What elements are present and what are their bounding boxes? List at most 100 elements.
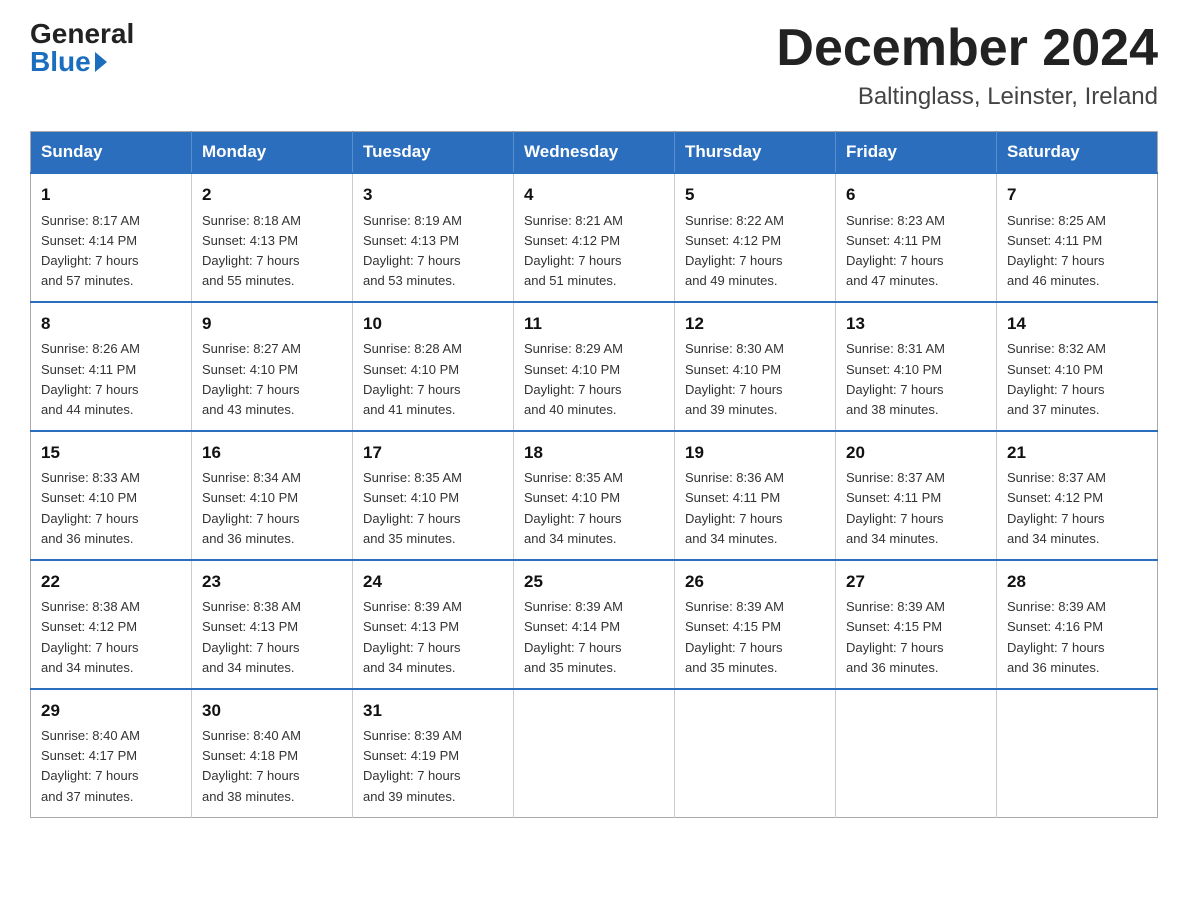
weekday-header-thursday: Thursday (675, 132, 836, 174)
day-sunrise: Sunrise: 8:31 AM (846, 339, 986, 359)
day-cell-25: 25Sunrise: 8:39 AMSunset: 4:14 PMDayligh… (514, 560, 675, 689)
day-sunset: Sunset: 4:18 PM (202, 746, 342, 766)
day-sunset: Sunset: 4:11 PM (1007, 231, 1147, 251)
day-number: 4 (524, 182, 664, 208)
day-number: 14 (1007, 311, 1147, 337)
day-sunrise: Sunrise: 8:28 AM (363, 339, 503, 359)
day-cell-18: 18Sunrise: 8:35 AMSunset: 4:10 PMDayligh… (514, 431, 675, 560)
day-cell-1: 1Sunrise: 8:17 AMSunset: 4:14 PMDaylight… (31, 173, 192, 302)
day-sunset: Sunset: 4:10 PM (524, 360, 664, 380)
day-sunrise: Sunrise: 8:26 AM (41, 339, 181, 359)
day-number: 27 (846, 569, 986, 595)
day-daylight-line1: Daylight: 7 hours (1007, 509, 1147, 529)
day-cell-3: 3Sunrise: 8:19 AMSunset: 4:13 PMDaylight… (353, 173, 514, 302)
day-cell-21: 21Sunrise: 8:37 AMSunset: 4:12 PMDayligh… (997, 431, 1158, 560)
day-cell-4: 4Sunrise: 8:21 AMSunset: 4:12 PMDaylight… (514, 173, 675, 302)
day-number: 16 (202, 440, 342, 466)
day-daylight-line2: and 46 minutes. (1007, 271, 1147, 291)
day-sunrise: Sunrise: 8:17 AM (41, 211, 181, 231)
day-sunset: Sunset: 4:11 PM (846, 231, 986, 251)
day-daylight-line2: and 36 minutes. (41, 529, 181, 549)
day-daylight-line2: and 51 minutes. (524, 271, 664, 291)
logo-blue-text: Blue (30, 48, 109, 76)
week-row-4: 22Sunrise: 8:38 AMSunset: 4:12 PMDayligh… (31, 560, 1158, 689)
day-sunrise: Sunrise: 8:30 AM (685, 339, 825, 359)
weekday-header-wednesday: Wednesday (514, 132, 675, 174)
day-daylight-line1: Daylight: 7 hours (202, 509, 342, 529)
weekday-header-monday: Monday (192, 132, 353, 174)
day-sunrise: Sunrise: 8:37 AM (1007, 468, 1147, 488)
day-daylight-line1: Daylight: 7 hours (524, 251, 664, 271)
day-cell-15: 15Sunrise: 8:33 AMSunset: 4:10 PMDayligh… (31, 431, 192, 560)
empty-day-cell (675, 689, 836, 817)
day-number: 26 (685, 569, 825, 595)
day-daylight-line1: Daylight: 7 hours (846, 380, 986, 400)
day-cell-28: 28Sunrise: 8:39 AMSunset: 4:16 PMDayligh… (997, 560, 1158, 689)
day-daylight-line1: Daylight: 7 hours (524, 638, 664, 658)
logo: General Blue (30, 20, 134, 76)
day-number: 18 (524, 440, 664, 466)
weekday-header-saturday: Saturday (997, 132, 1158, 174)
day-daylight-line1: Daylight: 7 hours (524, 380, 664, 400)
day-daylight-line1: Daylight: 7 hours (846, 251, 986, 271)
week-row-3: 15Sunrise: 8:33 AMSunset: 4:10 PMDayligh… (31, 431, 1158, 560)
day-sunrise: Sunrise: 8:39 AM (524, 597, 664, 617)
day-daylight-line1: Daylight: 7 hours (41, 509, 181, 529)
logo-general-text: General (30, 20, 134, 48)
day-number: 19 (685, 440, 825, 466)
day-cell-26: 26Sunrise: 8:39 AMSunset: 4:15 PMDayligh… (675, 560, 836, 689)
day-sunset: Sunset: 4:11 PM (685, 488, 825, 508)
day-daylight-line1: Daylight: 7 hours (363, 380, 503, 400)
day-daylight-line2: and 34 minutes. (524, 529, 664, 549)
day-daylight-line1: Daylight: 7 hours (685, 638, 825, 658)
day-cell-8: 8Sunrise: 8:26 AMSunset: 4:11 PMDaylight… (31, 302, 192, 431)
day-daylight-line2: and 43 minutes. (202, 400, 342, 420)
day-daylight-line1: Daylight: 7 hours (1007, 251, 1147, 271)
day-cell-9: 9Sunrise: 8:27 AMSunset: 4:10 PMDaylight… (192, 302, 353, 431)
day-sunset: Sunset: 4:14 PM (524, 617, 664, 637)
day-number: 9 (202, 311, 342, 337)
day-daylight-line2: and 34 minutes. (363, 658, 503, 678)
day-sunrise: Sunrise: 8:39 AM (1007, 597, 1147, 617)
day-daylight-line2: and 35 minutes. (685, 658, 825, 678)
day-cell-29: 29Sunrise: 8:40 AMSunset: 4:17 PMDayligh… (31, 689, 192, 817)
day-daylight-line1: Daylight: 7 hours (1007, 380, 1147, 400)
day-sunset: Sunset: 4:13 PM (202, 231, 342, 251)
day-sunset: Sunset: 4:11 PM (846, 488, 986, 508)
day-cell-14: 14Sunrise: 8:32 AMSunset: 4:10 PMDayligh… (997, 302, 1158, 431)
day-cell-27: 27Sunrise: 8:39 AMSunset: 4:15 PMDayligh… (836, 560, 997, 689)
day-daylight-line2: and 47 minutes. (846, 271, 986, 291)
day-sunrise: Sunrise: 8:39 AM (363, 726, 503, 746)
day-sunrise: Sunrise: 8:27 AM (202, 339, 342, 359)
day-number: 12 (685, 311, 825, 337)
day-sunset: Sunset: 4:10 PM (363, 488, 503, 508)
day-number: 10 (363, 311, 503, 337)
day-daylight-line2: and 49 minutes. (685, 271, 825, 291)
day-sunset: Sunset: 4:11 PM (41, 360, 181, 380)
day-daylight-line2: and 36 minutes. (846, 658, 986, 678)
day-sunset: Sunset: 4:10 PM (524, 488, 664, 508)
day-sunrise: Sunrise: 8:18 AM (202, 211, 342, 231)
day-daylight-line2: and 39 minutes. (363, 787, 503, 807)
empty-day-cell (514, 689, 675, 817)
day-daylight-line2: and 53 minutes. (363, 271, 503, 291)
day-sunset: Sunset: 4:15 PM (685, 617, 825, 637)
day-sunrise: Sunrise: 8:39 AM (363, 597, 503, 617)
day-sunset: Sunset: 4:12 PM (1007, 488, 1147, 508)
day-daylight-line1: Daylight: 7 hours (685, 509, 825, 529)
day-cell-12: 12Sunrise: 8:30 AMSunset: 4:10 PMDayligh… (675, 302, 836, 431)
day-daylight-line1: Daylight: 7 hours (202, 766, 342, 786)
logo-triangle-icon (95, 52, 107, 72)
day-number: 11 (524, 311, 664, 337)
day-number: 3 (363, 182, 503, 208)
day-sunset: Sunset: 4:10 PM (202, 488, 342, 508)
day-sunset: Sunset: 4:15 PM (846, 617, 986, 637)
day-sunrise: Sunrise: 8:33 AM (41, 468, 181, 488)
day-cell-10: 10Sunrise: 8:28 AMSunset: 4:10 PMDayligh… (353, 302, 514, 431)
day-daylight-line2: and 34 minutes. (685, 529, 825, 549)
day-cell-6: 6Sunrise: 8:23 AMSunset: 4:11 PMDaylight… (836, 173, 997, 302)
day-daylight-line2: and 34 minutes. (41, 658, 181, 678)
day-cell-20: 20Sunrise: 8:37 AMSunset: 4:11 PMDayligh… (836, 431, 997, 560)
day-daylight-line1: Daylight: 7 hours (524, 509, 664, 529)
day-sunrise: Sunrise: 8:19 AM (363, 211, 503, 231)
